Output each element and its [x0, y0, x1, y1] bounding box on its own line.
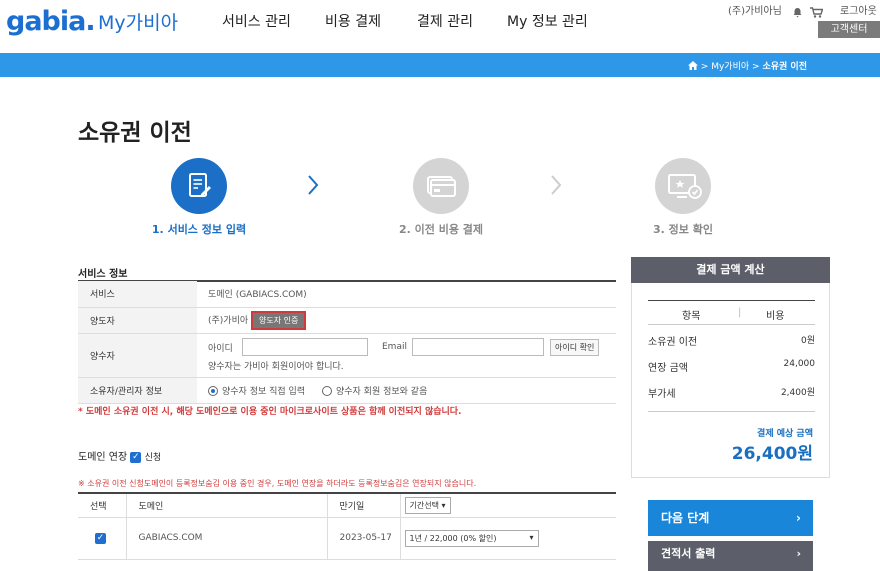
- row-domain: GABIACS.COM: [125, 517, 327, 560]
- step-3-label: 3. 정보 확인: [653, 223, 713, 236]
- period-select[interactable]: 1년 / 22,000 (0% 할인) ▾: [404, 529, 539, 547]
- step-1-label: 1. 서비스 정보 입력: [151, 223, 247, 236]
- period-filter-select[interactable]: 기간선택 ▾: [404, 496, 451, 514]
- chevron-right-icon: [549, 174, 563, 200]
- transferee-id-input[interactable]: [242, 338, 368, 356]
- top-header: gabia. My가비아 서비스 관리 비용 결제 결제 관리 My 정보 관리…: [0, 0, 880, 53]
- payment-card-icon: [427, 176, 456, 197]
- breadcrumb-current: 소유권 이전: [762, 62, 807, 72]
- print-quote-button[interactable]: 견적서 출력 ›: [648, 541, 813, 571]
- summary-row-value: 24,000: [783, 359, 816, 369]
- cart-icon[interactable]: [810, 3, 824, 22]
- bell-icon[interactable]: [792, 3, 803, 22]
- breadcrumb-bar: > My가비아 > 소유권 이전: [0, 53, 880, 77]
- breadcrumb-my-gabia[interactable]: My가비아: [711, 62, 749, 72]
- col-select: 선택: [78, 492, 126, 518]
- col-item-header: 항목: [682, 311, 701, 322]
- domain-extension-heading: 도메인 연장 ✓ 신청: [78, 448, 161, 463]
- transferee-label: 양수자: [78, 333, 197, 378]
- service-label: 서비스: [78, 281, 197, 308]
- radio-direct-label[interactable]: 양수자 정보 직접 입력: [222, 387, 305, 397]
- col-period: 기간선택 ▾: [399, 492, 616, 518]
- col-cost-header: 비용: [766, 311, 785, 322]
- breadcrumb-sep: >: [752, 62, 760, 72]
- nav-my-info[interactable]: My 정보 관리: [507, 11, 588, 31]
- extension-apply-checkbox[interactable]: ✓: [130, 451, 142, 463]
- table-row: ✓ GABIACS.COM 2023-05-17 1년 / 22,000 (0%…: [78, 517, 616, 560]
- radio-same-as-member[interactable]: [321, 386, 332, 396]
- total-value: 26,400원: [731, 444, 813, 464]
- transferor-value: (주)가비아: [208, 315, 249, 326]
- next-step-button[interactable]: 다음 단계 ›: [648, 500, 813, 536]
- microsite-warning: * 도메인 소유권 이전 시, 해당 도메인으로 이용 중인 마이크로사이트 상…: [78, 407, 462, 417]
- radio-direct-input[interactable]: [208, 386, 218, 396]
- summary-row-label: 연장 금액: [648, 363, 688, 374]
- transferor-label: 양도자: [78, 307, 197, 334]
- summary-row: 소유권 이전 0원: [648, 333, 815, 348]
- owner-info-label: 소유자/관리자 정보: [78, 377, 197, 404]
- transferee-note: 양수자는 가비아 회원이어야 합니다.: [208, 362, 344, 372]
- customer-center-button[interactable]: 고객센터: [818, 21, 880, 38]
- privacy-notice: ※ 소유권 이전 신청도메인이 등록정보숨김 이용 중인 경우, 도메인 연장을…: [78, 479, 477, 488]
- summary-row: 연장 금액 24,000: [648, 359, 815, 374]
- service-value: 도메인 (GABIACS.COM): [197, 281, 616, 308]
- summary-row: 부가세 2,400원: [648, 385, 815, 400]
- user-name: (주)가비아님: [728, 6, 782, 17]
- logout-link[interactable]: 로그아웃: [840, 2, 877, 17]
- print-quote-label: 견적서 출력: [661, 547, 716, 560]
- transferee-email-input[interactable]: [412, 338, 544, 356]
- service-info-table: 서비스 도메인 (GABIACS.COM) 양도자 (주)가비아 양도자 인증 …: [78, 281, 616, 404]
- breadcrumb: > My가비아 > 소유권 이전: [687, 59, 807, 73]
- gabia-logo[interactable]: gabia.: [6, 6, 96, 37]
- form-edit-icon: [189, 173, 211, 197]
- email-label: Email: [382, 342, 407, 352]
- summary-row-label: 소유권 이전: [648, 337, 698, 348]
- nav-payment-management[interactable]: 결제 관리: [417, 11, 473, 31]
- nav-billing-payment[interactable]: 비용 결제: [325, 11, 381, 31]
- col-expiry: 만기일: [326, 492, 400, 518]
- payment-summary: 결제 금액 계산 항목 | 비용 소유권 이전 0원 연장 금액 24,000 …: [631, 257, 830, 478]
- chevron-right-icon: ›: [796, 547, 801, 560]
- domain-extension-title: 도메인 연장: [78, 452, 128, 463]
- period-filter-label: 기간선택: [409, 500, 439, 510]
- radio-same-label[interactable]: 양수자 회원 정보와 같음: [336, 387, 427, 397]
- id-label: 아이디: [208, 343, 233, 354]
- domain-extension-table: 선택 도메인 만기일 기간선택 ▾ ✓ GABIACS.COM 2023-05-…: [78, 492, 616, 560]
- step-3-circle: [655, 158, 711, 214]
- total-label: 결제 예상 금액: [757, 429, 813, 439]
- home-icon[interactable]: [687, 61, 698, 73]
- step-2-circle: [413, 158, 469, 214]
- chevron-right-icon: [306, 174, 320, 200]
- step-1-circle: [171, 158, 227, 214]
- chevron-right-icon: ›: [796, 511, 801, 525]
- row-select-checkbox[interactable]: ✓: [95, 532, 106, 544]
- col-domain: 도메인: [125, 492, 327, 518]
- my-gabia-title[interactable]: My가비아: [98, 8, 178, 35]
- payment-summary-title: 결제 금액 계산: [631, 257, 830, 283]
- summary-row-value: 2,400원: [780, 388, 815, 398]
- page-title: 소유권 이전: [78, 120, 192, 146]
- period-select-value: 1년 / 22,000 (0% 할인): [409, 533, 497, 543]
- summary-row-value: 0원: [800, 336, 815, 346]
- extension-apply-label[interactable]: 신청: [145, 453, 162, 463]
- id-check-button[interactable]: 아이디 확인: [550, 338, 600, 356]
- service-info-heading: 서비스 정보: [78, 269, 128, 280]
- nav-service-management[interactable]: 서비스 관리: [222, 11, 291, 31]
- transferor-auth-button[interactable]: 양도자 인증: [251, 310, 307, 330]
- breadcrumb-sep: >: [700, 62, 709, 72]
- monitor-check-icon: [668, 174, 702, 199]
- row-expiry: 2023-05-17: [326, 517, 400, 560]
- step-2-label: 2. 이전 비용 결제: [398, 223, 484, 236]
- next-step-label: 다음 단계: [661, 511, 710, 525]
- summary-row-label: 부가세: [648, 389, 676, 400]
